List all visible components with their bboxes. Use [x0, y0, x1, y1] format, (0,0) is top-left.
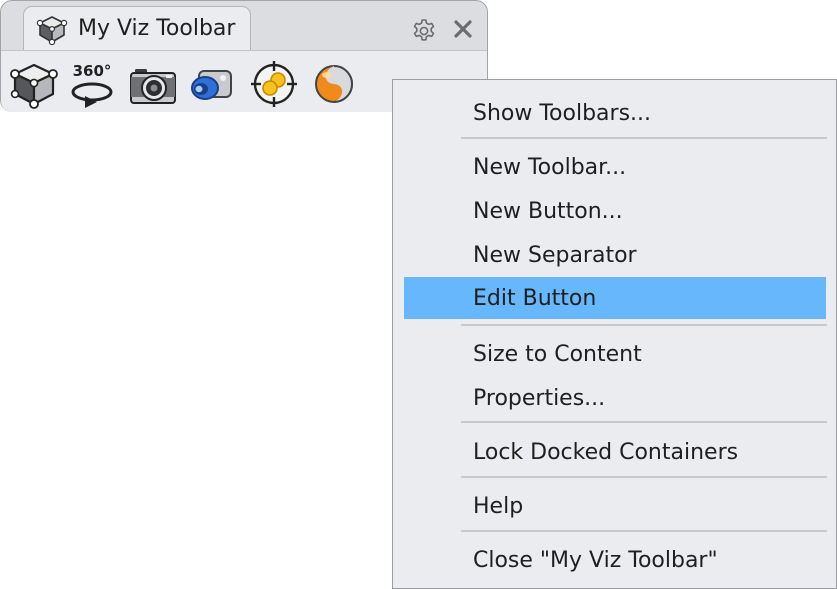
- render-camera-tool-button[interactable]: [187, 59, 237, 109]
- menu-separator: [461, 476, 827, 478]
- menu-separator: [461, 530, 827, 532]
- toolbar-title: My Viz Toolbar: [78, 16, 236, 41]
- gear-icon[interactable]: [410, 17, 438, 45]
- toolbar-tab[interactable]: My Viz Toolbar: [23, 6, 251, 50]
- menu-separator: [461, 137, 827, 139]
- menu-separator: [461, 324, 827, 326]
- menu-item-size-to-content[interactable]: Size to Content: [404, 333, 826, 375]
- menu-item-close-toolbar[interactable]: Close "My Viz Toolbar": [404, 539, 826, 581]
- target-focus-tool-button[interactable]: [249, 59, 299, 109]
- viz-cube-icon: [36, 15, 68, 45]
- rotate-360-icon: 360°: [71, 62, 113, 108]
- menu-item-new-toolbar[interactable]: New Toolbar...: [404, 146, 826, 188]
- rotate-360-tool-button[interactable]: 360°: [67, 59, 117, 109]
- toolbar-context-menu: Show Toolbars... New Toolbar... New Butt…: [392, 79, 837, 589]
- menu-item-new-separator[interactable]: New Separator: [404, 234, 826, 276]
- material-sphere-tool-button[interactable]: [309, 59, 359, 109]
- menu-item-edit-button[interactable]: Edit Button: [404, 277, 826, 319]
- camera-tool-button[interactable]: [128, 59, 178, 109]
- menu-separator: [461, 421, 827, 423]
- view-cube-icon: [10, 63, 58, 109]
- target-focus-icon: [251, 61, 297, 107]
- menu-item-new-button[interactable]: New Button...: [404, 190, 826, 232]
- view-cube-tool-button[interactable]: [9, 59, 59, 109]
- menu-item-show-toolbars[interactable]: Show Toolbars...: [404, 92, 826, 134]
- menu-item-properties[interactable]: Properties...: [404, 377, 826, 419]
- material-sphere-icon: [315, 65, 354, 103]
- menu-item-lock-docked-containers[interactable]: Lock Docked Containers: [404, 431, 826, 473]
- menu-item-help[interactable]: Help: [404, 485, 826, 527]
- close-icon[interactable]: [451, 17, 475, 41]
- rotate-360-label: 360°: [73, 62, 112, 80]
- render-camera-icon: [191, 70, 232, 100]
- camera-icon: [130, 69, 176, 104]
